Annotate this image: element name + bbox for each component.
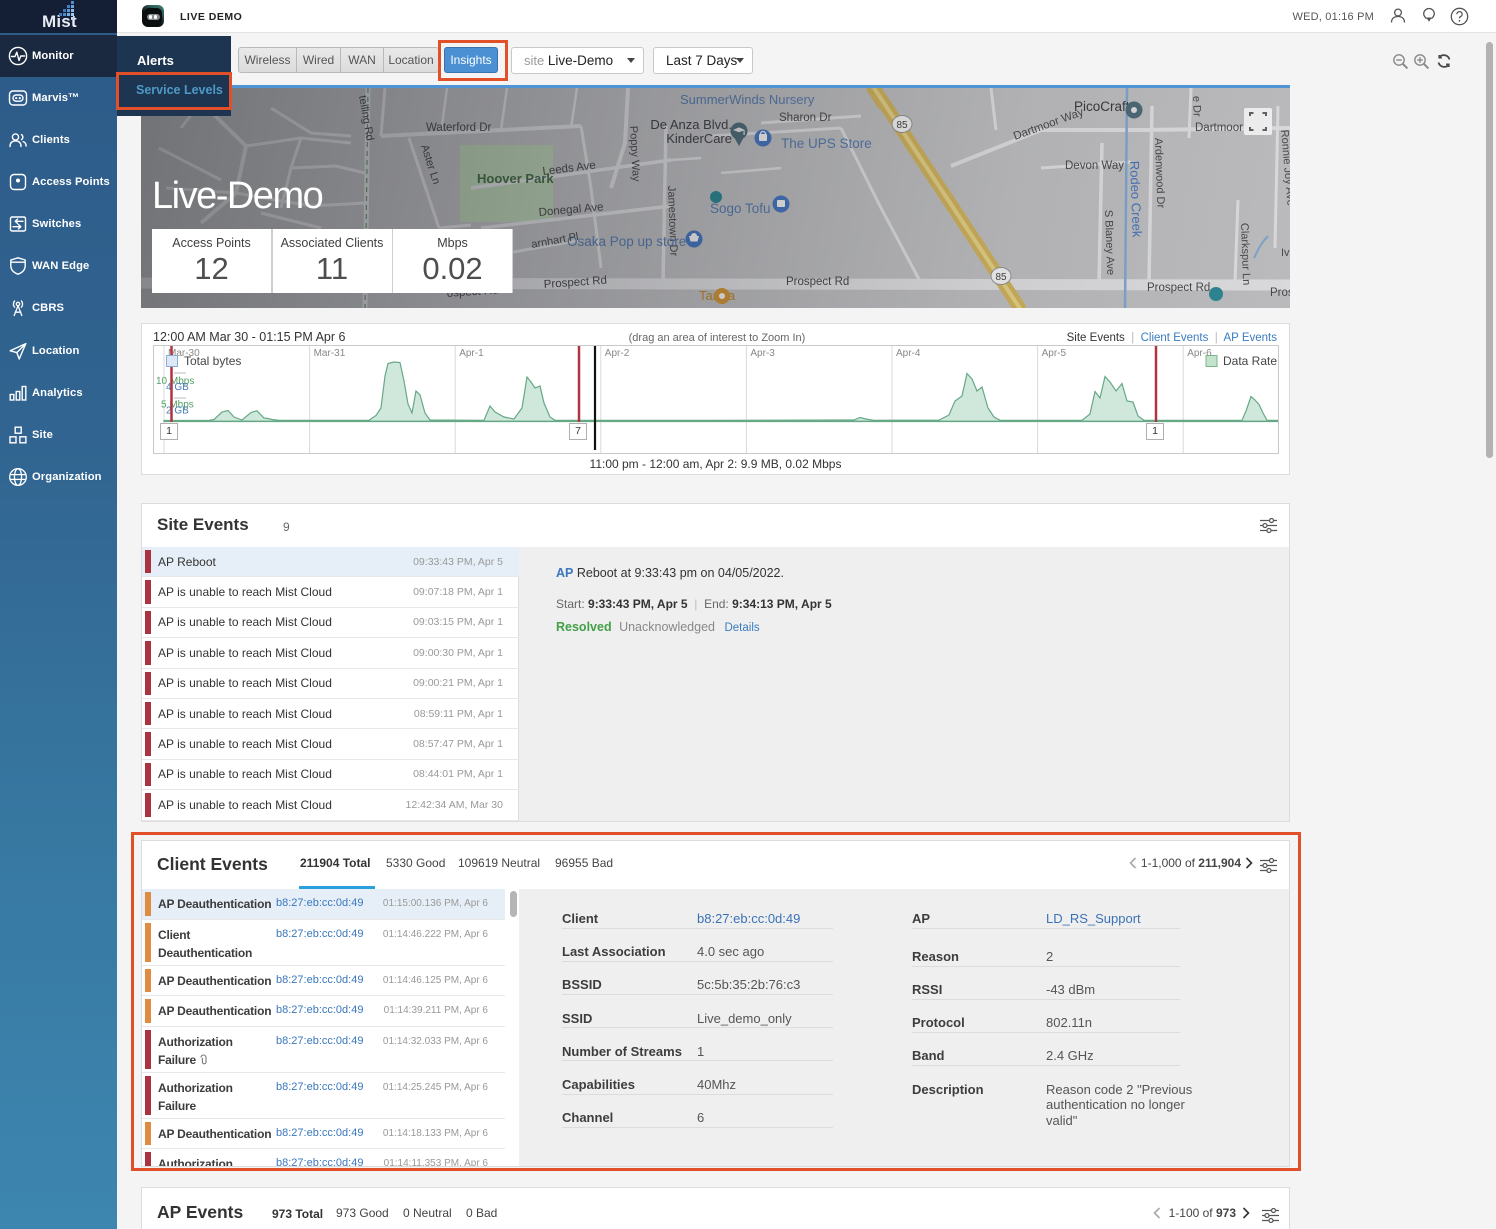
svg-text:Mar-31: Mar-31	[314, 348, 346, 359]
svg-text:Apr-4: Apr-4	[896, 348, 921, 359]
svg-text:Apr-2: Apr-2	[605, 348, 630, 359]
svg-text:Apr-3: Apr-3	[750, 348, 775, 359]
svg-text:2 GB: 2 GB	[166, 406, 189, 417]
svg-text:Apr-1: Apr-1	[459, 348, 484, 359]
svg-text:Apr-5: Apr-5	[1042, 348, 1067, 359]
svg-text:Data Rate: Data Rate	[1223, 354, 1277, 368]
svg-text:Total bytes: Total bytes	[184, 354, 241, 368]
svg-text:4 GB: 4 GB	[166, 382, 189, 393]
